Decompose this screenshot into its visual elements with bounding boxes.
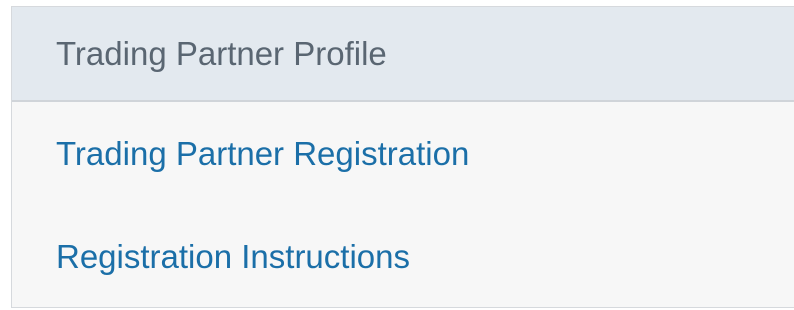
- registration-instructions-link[interactable]: Registration Instructions: [56, 238, 410, 276]
- nav-item-trading-partner-registration[interactable]: Trading Partner Registration: [12, 102, 794, 206]
- trading-partner-profile-panel: Trading Partner Profile Trading Partner …: [11, 6, 794, 308]
- panel-nav-list: Trading Partner Registration Registratio…: [12, 102, 794, 308]
- nav-item-registration-instructions[interactable]: Registration Instructions: [12, 206, 794, 308]
- trading-partner-registration-link[interactable]: Trading Partner Registration: [56, 135, 469, 173]
- panel-title: Trading Partner Profile: [56, 34, 387, 72]
- panel-header: Trading Partner Profile: [12, 7, 794, 102]
